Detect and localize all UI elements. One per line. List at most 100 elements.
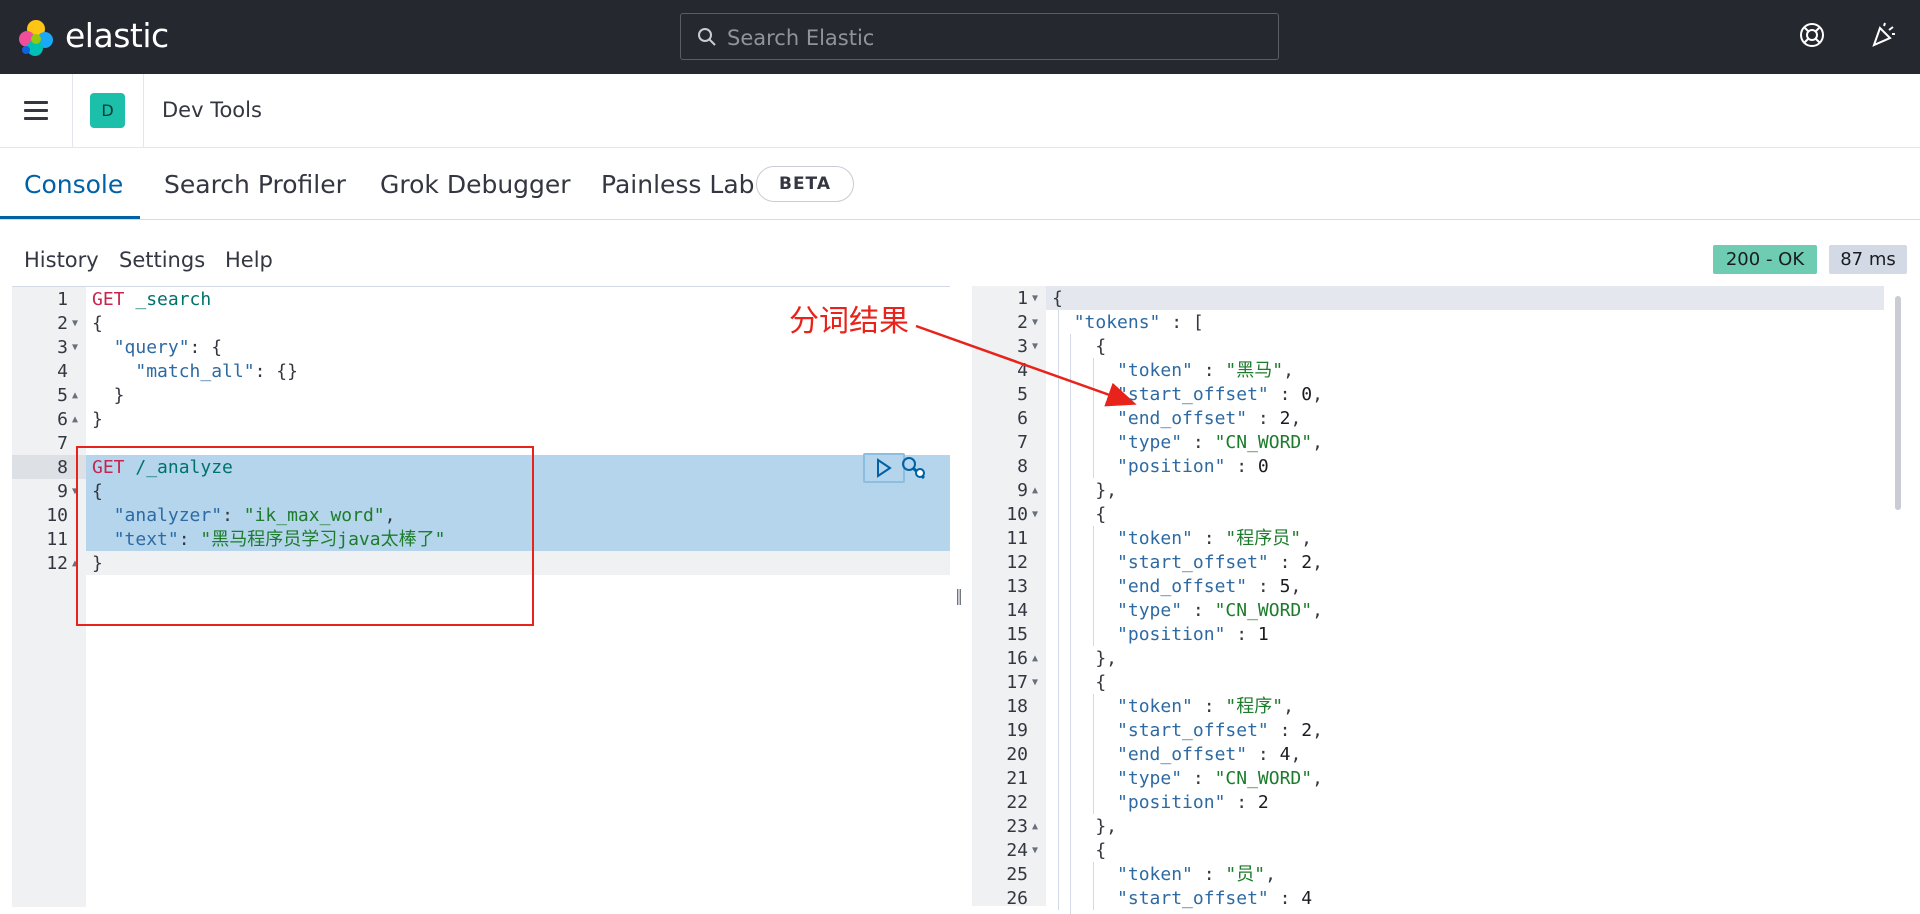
elastic-logo-icon[interactable] [16, 18, 56, 58]
code-token: "程序" [1225, 696, 1284, 717]
line-number: 11 [46, 529, 68, 550]
history-link[interactable]: History [24, 248, 99, 272]
fold-expand-icon[interactable]: ▲ [1032, 815, 1038, 839]
code-text: "match_all": {} [92, 360, 298, 384]
fold-expand-icon[interactable]: ▲ [1032, 479, 1038, 503]
response-viewer[interactable]: 1 ▼{2 ▼ "tokens" : [3 ▼ {4 "token" : "黑马", 5… [972, 286, 1912, 914]
code-token: "start_offset" [1117, 384, 1269, 405]
code-token: : [1247, 744, 1280, 765]
code-text: }, [1052, 815, 1117, 839]
code-token: : [1192, 528, 1226, 549]
code-token: "黑马" [1225, 360, 1284, 381]
newsfeed-cheer-icon[interactable] [1870, 22, 1896, 48]
code-token: : [1192, 696, 1226, 717]
code-token: "token" [1117, 528, 1193, 549]
line-number: 7 [57, 433, 68, 454]
fold-collapse-icon[interactable]: ▼ [1032, 335, 1038, 359]
code-token: , [1312, 720, 1323, 741]
code-token: "token" [1117, 360, 1193, 381]
fold-collapse-icon[interactable]: ▼ [1032, 671, 1038, 695]
line-number: 3 [57, 337, 68, 358]
code-text: { [1052, 335, 1106, 359]
code-token: "CN_WORD" [1214, 600, 1313, 621]
line-number: 4 [1017, 360, 1028, 381]
fold-collapse-icon[interactable]: ▼ [1032, 839, 1038, 863]
request-time-badge: 87 ms [1829, 245, 1907, 274]
code-token: { [1052, 504, 1107, 525]
code-line: 3 ▼ { [972, 335, 1912, 359]
line-number: 14 [1006, 600, 1028, 621]
fold-collapse-icon[interactable]: ▼ [72, 312, 78, 336]
fold-expand-icon[interactable]: ▲ [72, 408, 78, 432]
line-number: 18 [1006, 696, 1028, 717]
tab-grok-debugger[interactable]: Grok Debugger [380, 170, 571, 199]
code-text: "start_offset" : 2, [1052, 551, 1323, 575]
code-token: { [92, 313, 103, 334]
code-token: , [1312, 600, 1323, 621]
code-text: "token" : "程序员", [1052, 527, 1312, 551]
fold-expand-icon[interactable]: ▲ [72, 384, 78, 408]
global-search-input[interactable]: Search Elastic [680, 13, 1279, 60]
code-text: "position" : 2 [1052, 791, 1269, 815]
code-token: { [1052, 288, 1063, 309]
code-token: 2 [1301, 552, 1313, 573]
fold-collapse-icon[interactable]: ▼ [72, 336, 78, 360]
line-number: 10 [46, 505, 68, 526]
code-line: 5 ▲ } [12, 384, 950, 408]
fold-collapse-icon[interactable]: ▼ [1032, 287, 1038, 311]
settings-link[interactable]: Settings [119, 248, 205, 272]
pane-resize-handle[interactable]: ‖ [955, 586, 963, 605]
code-token: , [1290, 576, 1302, 597]
code-token: 0 [1257, 456, 1269, 477]
code-line: 6 "end_offset" : 2, [972, 407, 1912, 431]
fold-collapse-icon[interactable]: ▼ [1032, 503, 1038, 527]
code-line: 17 ▼ { [972, 671, 1912, 695]
code-line: 24 ▼ { [972, 839, 1912, 863]
code-text: "start_offset" : 2, [1052, 719, 1323, 743]
code-token: _search [135, 289, 212, 310]
fold-collapse-icon[interactable]: ▼ [1032, 311, 1038, 335]
code-text: "position" : 1 [1052, 623, 1269, 647]
code-token: "token" [1117, 864, 1193, 885]
line-number: 3 [1017, 336, 1028, 357]
line-number: 22 [1006, 792, 1028, 813]
tab-search-profiler[interactable]: Search Profiler [164, 170, 346, 199]
tab-painless-lab[interactable]: Painless Lab [601, 170, 755, 199]
code-text: "position" : 0 [1052, 455, 1269, 479]
code-token: }, [1052, 648, 1118, 669]
code-text: "end_offset" : 4, [1052, 743, 1301, 767]
code-token: : [1247, 576, 1280, 597]
tab-console[interactable]: Console [24, 170, 123, 199]
help-lifebuoy-icon[interactable] [1799, 22, 1825, 48]
fold-expand-icon[interactable]: ▲ [1032, 647, 1038, 671]
wrench-icon[interactable] [900, 455, 928, 481]
code-text: }, [1052, 647, 1117, 671]
breadcrumb-dev-tools[interactable]: Dev Tools [162, 98, 262, 122]
send-request-button[interactable] [863, 453, 905, 483]
code-token: 4 [1279, 744, 1291, 765]
code-token: { [1052, 336, 1107, 357]
help-link[interactable]: Help [225, 248, 273, 272]
space-avatar[interactable]: D [90, 93, 125, 128]
line-number: 13 [1006, 576, 1028, 597]
output-scrollbar[interactable] [1895, 296, 1901, 510]
menu-hamburger-icon[interactable] [24, 101, 48, 121]
code-token: , [1301, 528, 1312, 549]
code-token: : [1268, 888, 1302, 909]
line-number: 5 [1017, 384, 1028, 405]
code-token: }, [1052, 816, 1118, 837]
code-token: "start_offset" [1117, 552, 1269, 573]
search-icon [698, 28, 716, 46]
brand-name[interactable]: elastic [65, 16, 169, 55]
code-text: } [92, 384, 125, 408]
code-token: , [1265, 864, 1276, 885]
line-number: 25 [1006, 864, 1028, 885]
code-line: 8 "position" : 0 [972, 455, 1912, 479]
